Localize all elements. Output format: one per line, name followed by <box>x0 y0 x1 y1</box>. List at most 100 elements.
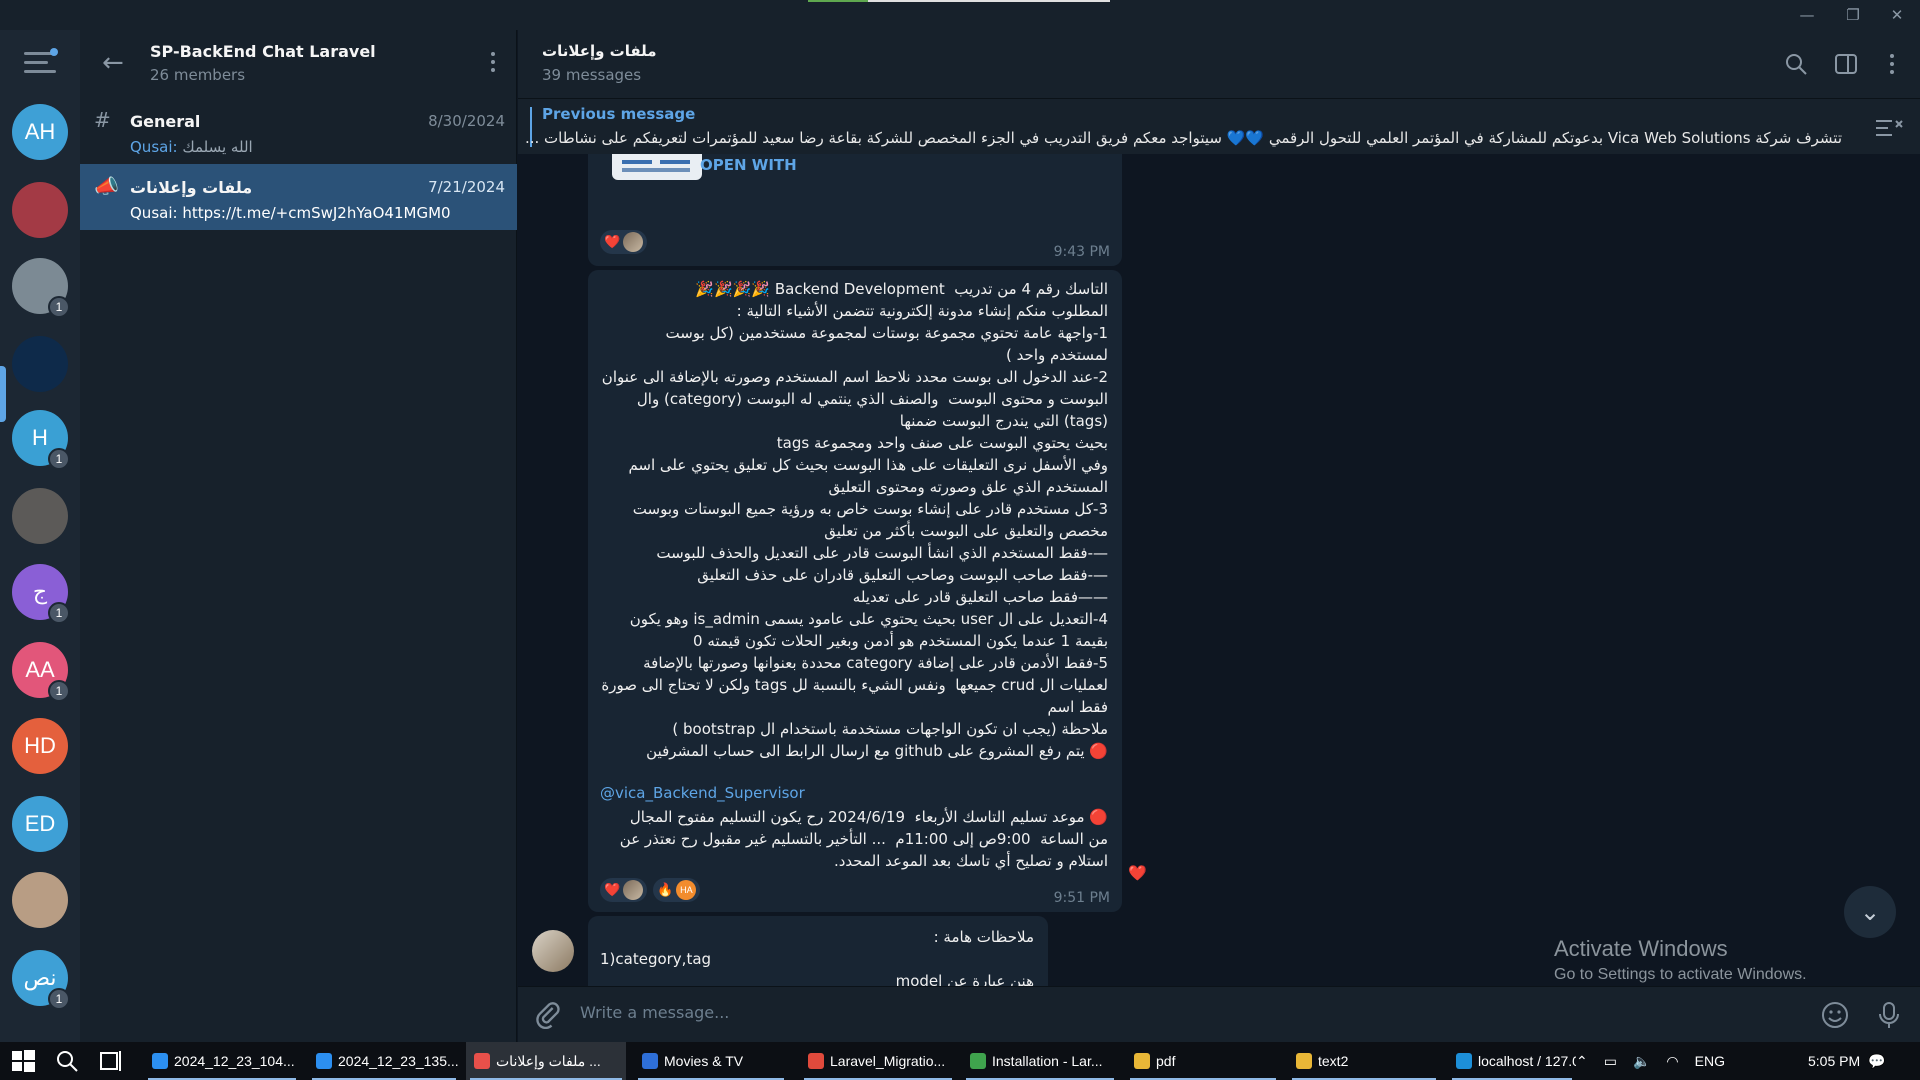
reactions-row: ❤️ <box>600 230 648 254</box>
taskbar-app[interactable]: Movies & TV <box>634 1042 788 1080</box>
reaction-fire[interactable]: 🔥 HA <box>653 878 701 902</box>
message-line: 🔴 يتم رفع المشروع على github مع ارسال ال… <box>646 742 1108 760</box>
chat-avatar[interactable] <box>12 182 68 238</box>
topic-item-general[interactable]: # General 8/30/2024 Qusai: الله يسلمك <box>80 98 517 164</box>
taskbar-app-label: text2 <box>1318 1053 1349 1069</box>
more-vertical-icon[interactable] <box>1880 52 1904 76</box>
windows-start-icon[interactable] <box>10 1048 36 1074</box>
restore-button[interactable]: ❐ <box>1838 4 1868 26</box>
app-icon <box>316 1053 332 1069</box>
volume-icon[interactable]: 🔈 <box>1633 1053 1650 1070</box>
topic-name: ملفات وإعلانات <box>130 178 253 197</box>
pinned-message-bar[interactable]: Previous message تتشرف شركة Vica Web Sol… <box>518 98 1920 154</box>
message-line: ——فقط صاحب التعليق قادر على تعديله <box>852 588 1108 606</box>
app-icon <box>1296 1053 1312 1069</box>
message-line: من الساعة 9:00ص إلى 11:00م ... التأخير ب… <box>619 830 1108 848</box>
message-line: المستخدم الذي علق وصورته ومحتوى التعليق <box>828 478 1108 496</box>
search-icon[interactable] <box>54 1048 80 1074</box>
chevron-up-icon[interactable]: ⌃ <box>1576 1053 1588 1070</box>
message-composer: Write a message... <box>518 986 1920 1042</box>
window-titlebar: — ❐ ✕ <box>0 0 1920 30</box>
taskbar-app-label: Laravel_Migratio... <box>830 1053 946 1069</box>
message-line: ملاحظة (يجب ان تكون الواجهات مستخدمة باس… <box>672 720 1108 738</box>
notifications-icon[interactable]: 💬 <box>1868 1042 1885 1080</box>
file-thumbnail[interactable] <box>612 154 702 180</box>
app-icon <box>1456 1053 1472 1069</box>
message-bubble-notes[interactable]: ملاحظات هامة :1)category,tag هنن عبارة عن… <box>588 916 1048 1012</box>
message-time: 9:43 PM <box>1053 244 1110 260</box>
task-message-text: التاسك رقم 4 من تدريب Backend Developmen… <box>600 278 1108 762</box>
heart-icon: ❤️ <box>1128 864 1147 882</box>
pinned-list-icon[interactable] <box>1874 117 1904 139</box>
chat-avatar[interactable]: نص 1 <box>12 950 70 1010</box>
reaction-heart[interactable]: ❤️ <box>600 878 648 902</box>
minimize-button[interactable]: — <box>1792 4 1822 26</box>
sidebar-toggle-icon[interactable] <box>1834 52 1858 76</box>
taskbar-app[interactable]: 2024_12_23_104... <box>144 1042 300 1080</box>
paperclip-icon[interactable] <box>534 1001 562 1029</box>
wifi-icon[interactable]: ◠ <box>1666 1053 1678 1070</box>
emoji-icon[interactable] <box>1820 1000 1850 1030</box>
taskbar-app-label: pdf <box>1156 1053 1176 1069</box>
taskbar-app[interactable]: Installation - Lar... <box>962 1042 1118 1080</box>
open-with-link[interactable]: OPEN WITH <box>700 156 797 174</box>
message-line: 1)category,tag <box>600 950 712 968</box>
message-line: بقيمة 1 عندما يكون المستخدم هو أدمن وبغي… <box>693 632 1108 650</box>
notification-dot <box>50 48 58 56</box>
supervisor-mention-link[interactable]: @vica_Backend_Supervisor <box>600 784 805 802</box>
more-options-icon[interactable] <box>491 52 495 76</box>
main-menu-button[interactable] <box>24 48 58 80</box>
taskbar-app[interactable]: text2 <box>1288 1042 1440 1080</box>
chat-header: ملفات وإعلانات 39 messages <box>518 30 1920 98</box>
chat-avatar[interactable] <box>12 488 68 544</box>
message-line: (tags) التي يندرج البوست ضمنها <box>899 412 1108 430</box>
message-line: ملاحظات هامة : <box>933 928 1034 946</box>
chat-avatar[interactable]: HD <box>12 718 68 774</box>
message-line: بحيث يحتوي البوست على صنف واحد ومجموعة t… <box>776 434 1108 452</box>
chat-avatar[interactable]: ج1 <box>12 564 70 624</box>
chat-avatar[interactable]: AA 1 <box>12 642 70 702</box>
taskbar-app[interactable]: Laravel_Migratio... <box>800 1042 956 1080</box>
close-button[interactable]: ✕ <box>1882 4 1912 26</box>
chat-avatar[interactable] <box>12 872 68 928</box>
taskbar-app[interactable]: pdf <box>1126 1042 1280 1080</box>
chat-avatar[interactable]: ED <box>12 796 68 852</box>
task-view-icon[interactable] <box>98 1048 124 1074</box>
avatar-initials: نص <box>23 965 57 990</box>
deadline-text: 🔴 موعد تسليم التاسك الأربعاء 2024/6/19 ر… <box>600 806 1108 872</box>
taskbar-app[interactable]: 2024_12_23_135... <box>308 1042 460 1080</box>
topic-item-announcements[interactable]: 📣 ملفات وإعلانات 7/21/2024 Qusai: https:… <box>80 164 517 230</box>
reaction-heart[interactable]: ❤️ <box>600 230 648 254</box>
chat-avatar[interactable]: 1 <box>12 258 70 318</box>
preview-text: الله يسلمك <box>182 138 253 156</box>
message-line: استلام و تصليح أي تاسك بعد الموعد المحدد… <box>833 852 1108 870</box>
message-count: 39 messages <box>542 66 642 84</box>
back-arrow-icon[interactable]: ← <box>102 48 124 78</box>
fire-icon: 🔥 <box>657 882 674 898</box>
language-indicator[interactable]: ENG <box>1695 1053 1725 1069</box>
chat-avatar[interactable]: AH <box>12 104 68 160</box>
search-icon[interactable] <box>1784 52 1808 76</box>
taskbar-app[interactable]: ملفات وإعلانات ... <box>466 1042 626 1080</box>
message-line: —-فقط المستخدم الذي انشأ البوست قادر على… <box>656 544 1108 562</box>
preview-sender: Qusai: <box>130 138 178 156</box>
scroll-to-bottom-button[interactable]: ⌄ <box>1844 886 1896 938</box>
taskbar-app[interactable]: localhost / 127.0... <box>1448 1042 1576 1080</box>
windows-taskbar: 2024_12_23_104... 2024_12_23_135... ملفات … <box>0 1042 1920 1080</box>
message-bubble-task[interactable]: التاسك رقم 4 من تدريب Backend Developmen… <box>588 270 1122 912</box>
message-line: لمستخدم واحد ) <box>1006 346 1108 364</box>
system-tray: ⌃ ▭ 🔈 ◠ ENG <box>1576 1042 1725 1080</box>
battery-icon[interactable]: ▭ <box>1604 1053 1617 1070</box>
heart-icon: ❤️ <box>604 882 621 898</box>
chat-avatar[interactable] <box>12 336 68 392</box>
chat-avatar[interactable]: H1 <box>12 410 70 470</box>
reactor-avatar <box>623 880 644 900</box>
preview-sender: Qusai: <box>130 204 178 222</box>
clock[interactable]: 5:05 PM <box>1808 1042 1860 1080</box>
message-input[interactable]: Write a message... <box>580 1003 729 1022</box>
microphone-icon[interactable] <box>1874 1000 1904 1030</box>
chat-title[interactable]: ملفات وإعلانات <box>542 42 657 60</box>
sender-avatar[interactable] <box>532 930 574 972</box>
message-bubble-file[interactable]: OPEN WITH ❤️ 9:43 PM <box>588 154 1122 266</box>
pinned-text: تتشرف شركة Vica Web Solutions بدعوتكم لل… <box>524 129 1842 147</box>
